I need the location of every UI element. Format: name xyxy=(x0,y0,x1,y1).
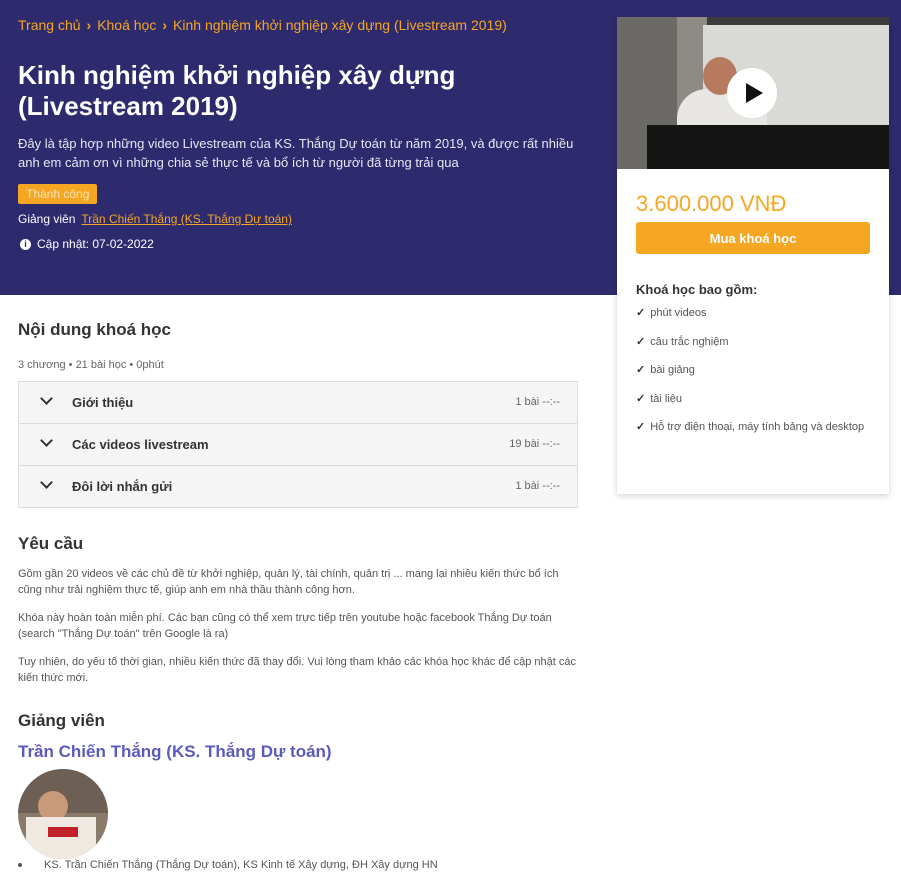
instructor-bio-text: KS. Trần Chiến Thắng (Thắng Dự toán), KS… xyxy=(44,859,438,871)
updated-date: Cập nhật: 07-02-2022 xyxy=(37,237,154,251)
section-title: Các videos livestream xyxy=(72,437,209,452)
chevron-right-icon: › xyxy=(86,17,92,33)
video-desk xyxy=(647,125,889,169)
instructor-name[interactable]: Trần Chiến Thắng (KS. Thắng Dự toán) xyxy=(18,742,332,762)
avatar-detail xyxy=(48,827,78,837)
breadcrumb-current[interactable]: Kinh nghiệm khởi nghiệp xây dựng (Livest… xyxy=(173,17,507,33)
course-price: 3.600.000 VNĐ xyxy=(636,191,787,216)
includes-item-label: bài giảng xyxy=(650,364,695,376)
buy-course-button[interactable]: Mua khoá học xyxy=(636,222,870,254)
includes-title: Khoá học bao gồm: xyxy=(636,282,758,297)
includes-item-label: phút videos xyxy=(650,307,707,319)
requirements-paragraph: Khóa này hoàn toàn miễn phí. Các bạn cũn… xyxy=(18,612,552,640)
includes-item: ✓ bài giảng xyxy=(636,362,876,378)
bullet-icon xyxy=(18,863,22,868)
purchase-card: 3.600.000 VNĐ Mua khoá học Khoá học bao … xyxy=(617,17,889,494)
breadcrumb: Trang chủ › Khoá học › Kinh nghiệm khởi nghi… xyxy=(18,16,578,34)
curriculum-accordion: Giới thiệu 1 bài --:-- Các videos livest… xyxy=(18,381,578,508)
requirements-paragraph: Tuy nhiên, do yếu tố thời gian, nhiều ki… xyxy=(18,656,577,684)
status-badge: Thành công xyxy=(18,184,98,204)
updated-line: i Cập nhật: 07-02-2022 xyxy=(20,236,154,252)
accordion-section[interactable]: Giới thiệu 1 bài --:-- xyxy=(19,382,577,424)
chevron-down-icon xyxy=(40,434,53,447)
requirements-paragraph: Gồm gần 20 videos về các chủ đề từ khởi … xyxy=(18,568,559,596)
check-icon: ✓ xyxy=(636,421,646,433)
chevron-down-icon xyxy=(40,392,53,405)
includes-list: ✓ phút videos ✓ câu trắc nghiệm ✓ bài giảng… xyxy=(636,305,876,448)
chevron-right-icon: › xyxy=(162,17,168,33)
play-icon[interactable] xyxy=(727,68,777,118)
info-icon: i xyxy=(20,238,31,250)
includes-item: ✓ phút videos xyxy=(636,305,876,321)
section-count: 1 bài --:-- xyxy=(515,396,560,408)
teacher-link[interactable]: Trần Chiến Thắng (KS. Thắng Dự toán) xyxy=(81,212,292,226)
chevron-down-icon xyxy=(40,476,53,489)
instructor-bio: KS. Trần Chiến Thắng (Thắng Dự toán), KS… xyxy=(18,857,578,873)
check-icon: ✓ xyxy=(636,364,646,376)
requirements-title: Yêu cầu xyxy=(18,534,84,553)
includes-item: ✓ tài liệu xyxy=(636,391,876,407)
breadcrumb-courses[interactable]: Khoá học xyxy=(97,17,156,33)
avatar-body xyxy=(26,817,96,859)
avatar xyxy=(18,769,108,859)
section-title: Giới thiệu xyxy=(72,395,134,410)
includes-item-label: tài liệu xyxy=(650,392,683,405)
accordion-section[interactable]: Các videos livestream 19 bài --:-- xyxy=(19,424,577,466)
breadcrumb-home[interactable]: Trang chủ xyxy=(18,17,81,33)
course-description: Đây là tập hợp những video Livestream củ… xyxy=(18,136,574,170)
includes-item: ✓ câu trắc nghiệm xyxy=(636,334,876,350)
teacher-label: Giảng viên xyxy=(18,212,76,226)
accordion-section[interactable]: Đôi lời nhắn gửi 1 bài --:-- xyxy=(19,466,577,507)
includes-item-label: Hỗ trợ điện thoại, máy tính bảng và desk… xyxy=(650,421,865,433)
section-count: 19 bài --:-- xyxy=(509,438,560,450)
check-icon: ✓ xyxy=(636,307,646,319)
video-preview[interactable] xyxy=(617,17,889,169)
section-title: Đôi lời nhắn gửi xyxy=(72,479,173,494)
check-icon: ✓ xyxy=(636,392,646,405)
course-content-title: Nội dung khoá học xyxy=(18,320,171,339)
course-title: Kinh nghiệm khởi nghiệp xây dựng (Livest… xyxy=(18,60,456,121)
course-meta: 3 chương • 21 bài học • 0phút xyxy=(18,359,164,371)
section-count: 1 bài --:-- xyxy=(515,480,560,492)
instructor-title: Giảng viên xyxy=(18,711,105,730)
includes-item-label: câu trắc nghiệm xyxy=(650,335,729,348)
teacher-line: Giảng viên Trần Chiến Thắng (KS. Thắng Dự… xyxy=(18,211,292,227)
includes-item: ✓ Hỗ trợ điện thoại, máy tính bảng và des… xyxy=(636,419,876,435)
play-triangle xyxy=(746,83,763,103)
check-icon: ✓ xyxy=(636,335,646,348)
